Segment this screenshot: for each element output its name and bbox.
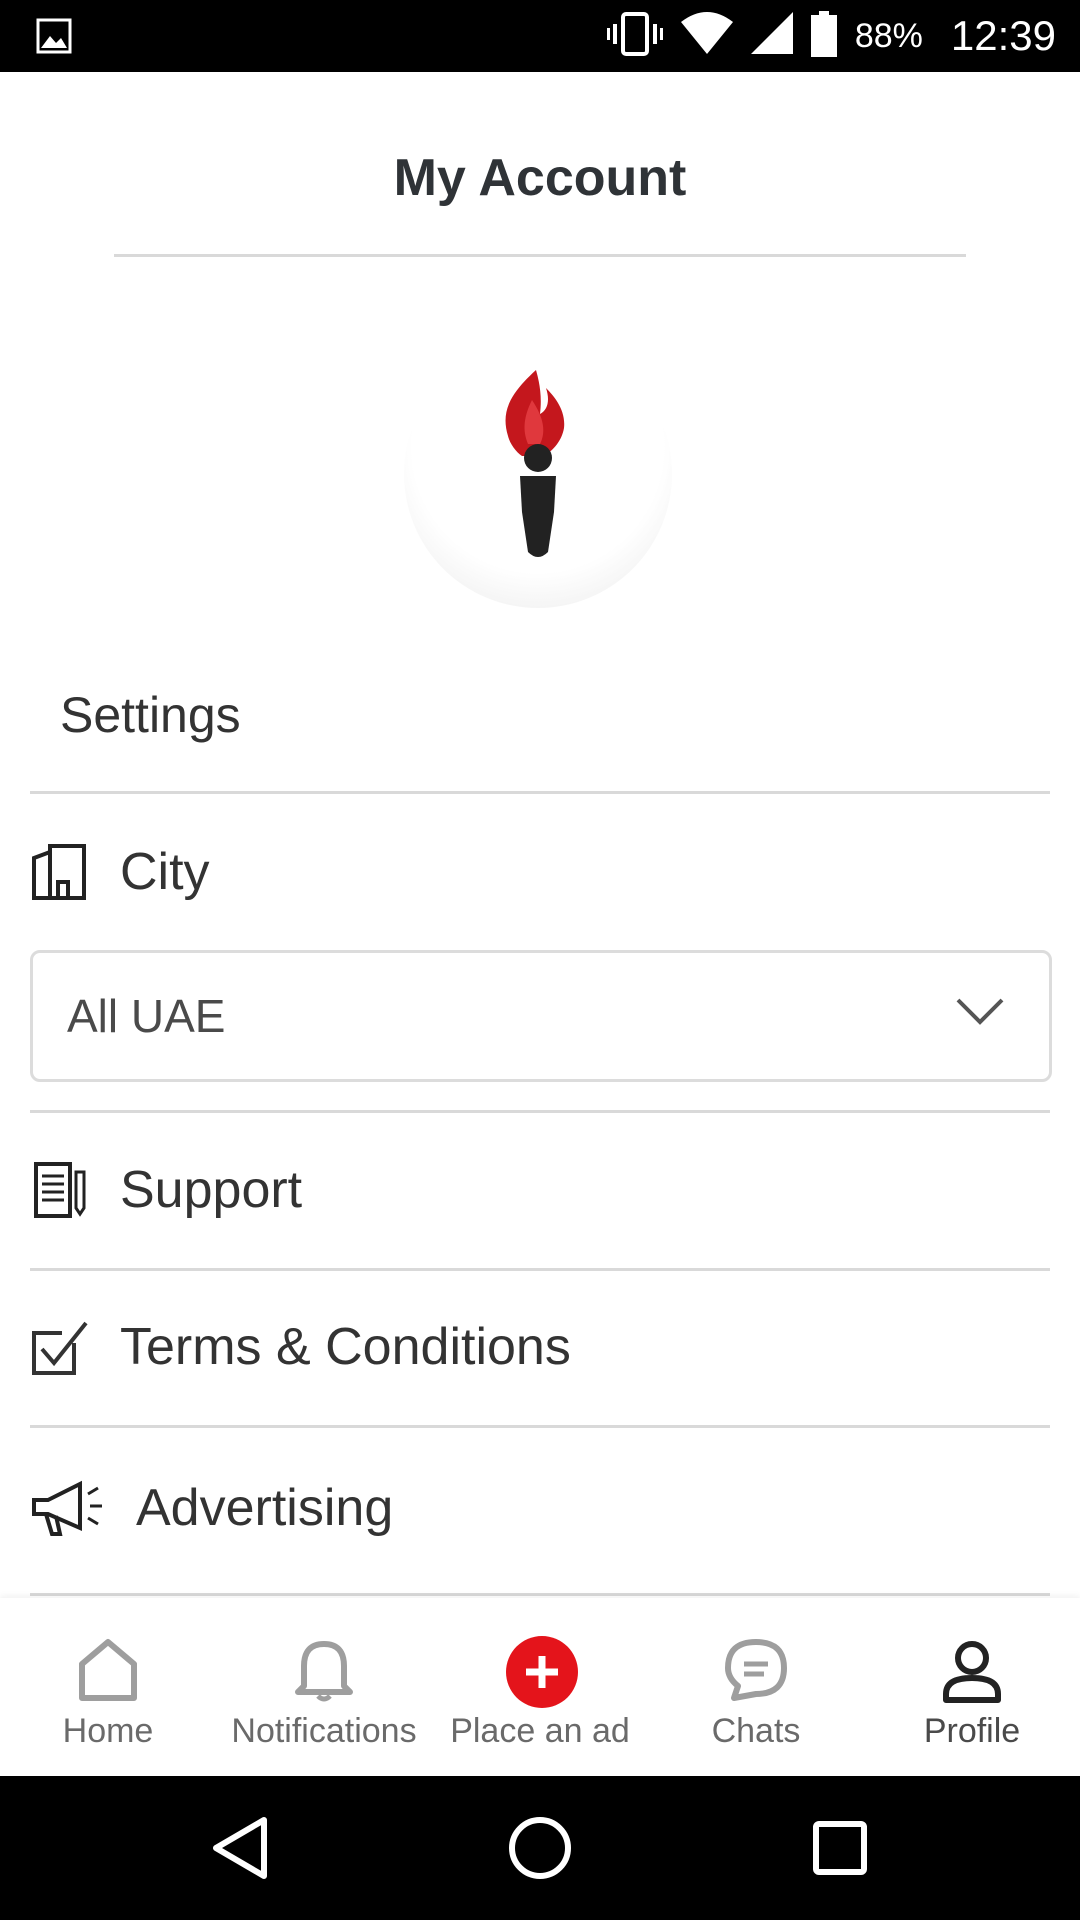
divider (30, 791, 1050, 794)
nav-place-ad-label: Place an ad (450, 1712, 630, 1750)
divider (30, 1110, 1050, 1113)
signal-icon (750, 11, 793, 61)
title-divider (114, 254, 966, 257)
nav-home-label: Home (62, 1712, 154, 1750)
nav-profile-label: Profile (923, 1712, 1021, 1750)
nav-place-ad[interactable]: Place an ad (432, 1598, 648, 1776)
battery-icon (810, 10, 837, 62)
city-row: City (30, 812, 1050, 932)
recents-icon[interactable] (804, 1812, 876, 1884)
city-icon (30, 842, 90, 902)
home-icon (74, 1636, 142, 1704)
advertising-item[interactable]: Advertising (30, 1448, 1050, 1568)
plus-icon (506, 1636, 578, 1708)
home-circle-icon[interactable] (504, 1812, 576, 1884)
nav-notifications[interactable]: Notifications (216, 1598, 432, 1776)
chat-icon (722, 1636, 790, 1704)
city-select[interactable]: All UAE (30, 950, 1052, 1082)
back-icon[interactable] (204, 1812, 276, 1884)
divider (30, 1593, 1050, 1596)
bottom-nav: Home Notifications Place an ad Chats Pro… (0, 1598, 1080, 1776)
divider (30, 1268, 1050, 1271)
page-title: My Account (393, 149, 687, 207)
support-item[interactable]: Support (30, 1130, 1050, 1250)
divider (30, 1425, 1050, 1428)
checkbox-icon (30, 1317, 90, 1377)
nav-profile[interactable]: Profile (864, 1598, 1080, 1776)
vibrate-icon (606, 11, 663, 61)
clock: 12:39 (950, 12, 1056, 59)
settings-heading: Settings (60, 687, 241, 743)
megaphone-icon (30, 1478, 106, 1538)
avatar[interactable] (404, 340, 672, 608)
bell-icon (290, 1636, 358, 1704)
support-icon (30, 1160, 90, 1220)
terms-item[interactable]: Terms & Conditions (30, 1287, 1050, 1407)
nav-chats[interactable]: Chats (648, 1598, 864, 1776)
chevron-down-icon (955, 997, 1005, 1032)
nav-notifications-label: Notifications (231, 1712, 417, 1750)
nav-chats-label: Chats (711, 1712, 801, 1750)
battery-percentage: 88% (854, 16, 923, 55)
system-nav-bar (0, 1776, 1080, 1920)
advertising-label: Advertising (136, 1479, 394, 1537)
gallery-icon (36, 18, 72, 59)
profile-icon (938, 1636, 1006, 1704)
wifi-icon (680, 11, 733, 61)
torch-logo-icon (505, 370, 565, 557)
terms-label: Terms & Conditions (120, 1318, 571, 1376)
nav-home[interactable]: Home (0, 1598, 216, 1776)
support-label: Support (120, 1161, 303, 1219)
city-label: City (120, 843, 210, 901)
city-select-value: All UAE (67, 990, 226, 1042)
status-bar: 88% 12:39 (0, 0, 1080, 72)
